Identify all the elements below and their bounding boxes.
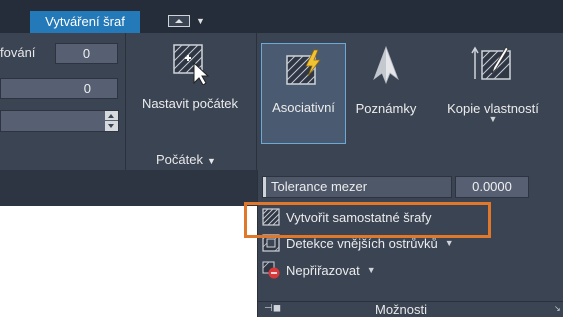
ribbon-panel-gap [0,170,257,206]
divider [125,33,126,170]
associative-button[interactable]: Asociativní [261,43,346,144]
options-panel-footer: ⊣◼ Možnosti ↘ [258,301,563,317]
set-origin-button[interactable]: Nastavit počátek [130,41,250,111]
gap-tolerance-value[interactable]: 0.0000 [455,176,529,198]
highlight-frame [244,202,491,238]
draw-order-icon [262,261,280,279]
divider [256,33,257,170]
origin-group-title[interactable]: Počátek ▼ [156,152,216,167]
match-properties-button[interactable]: Kopie vlastností ▼ [426,43,560,124]
gap-tolerance-field[interactable]: Tolerance mezer [262,176,452,198]
spacing-input[interactable] [0,110,119,132]
associative-label: Asociativní [272,100,335,115]
associative-icon [285,49,321,85]
pin-icon[interactable]: ⊣◼ [264,303,281,314]
minimize-panel-icon [168,15,190,27]
chevron-down-icon: ▼ [206,156,216,166]
chevron-down-icon: ▼ [196,16,205,26]
options-panel-title: Možnosti [375,302,428,317]
draw-order-button[interactable]: Nepřiřazovat ▼ [262,258,376,282]
dialog-launcher-icon[interactable]: ↘ [554,304,561,313]
scale-input[interactable]: 0 [0,78,118,99]
spinner-down-icon[interactable] [105,121,118,131]
gap-tolerance-label: Tolerance mezer [271,179,368,194]
match-properties-icon [471,46,511,80]
set-origin-icon [173,44,210,85]
chevron-down-icon[interactable]: ▼ [489,114,498,124]
ribbon-tab-strip: Vytváření šraf ▼ [0,0,563,33]
annotative-label: Poznámky [355,101,417,116]
angle-input[interactable]: 0 [55,43,118,64]
spinner-up-icon[interactable] [105,111,118,121]
gap-tolerance-slider[interactable] [263,177,266,197]
ribbon: fování 0 0 Nastavit počátek Počátek ▼ As… [0,33,563,170]
chevron-down-icon[interactable]: ▼ [367,265,376,275]
spinner[interactable] [105,111,118,131]
scale-label: fování [0,45,36,60]
annotative-icon [373,45,399,85]
chevron-down-icon[interactable]: ▼ [445,238,454,248]
ribbon-minimize-button[interactable]: ▼ [168,14,208,28]
options-dropdown-panel: Tolerance mezer 0.0000 Vytvořit samostat… [257,170,563,317]
draw-order-label: Nepřiřazovat [286,262,360,278]
set-origin-label: Nastavit počátek [141,96,239,111]
annotative-button[interactable]: Poznámky [350,43,422,116]
tab-hatch-creation[interactable]: Vytváření šraf [30,11,140,33]
